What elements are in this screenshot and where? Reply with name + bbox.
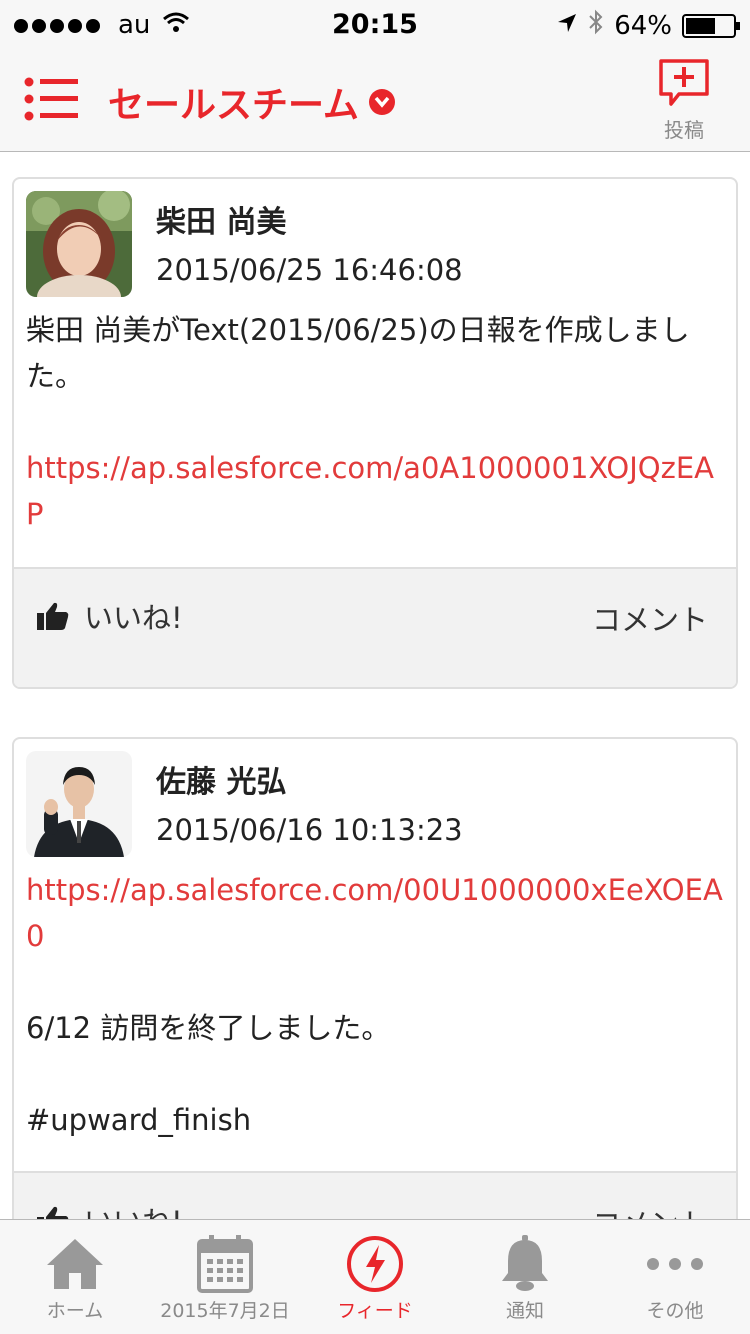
tab-label: ホーム	[46, 1300, 104, 1322]
post-hashtag[interactable]: #upward_finish	[26, 1097, 724, 1143]
avatar[interactable]	[26, 751, 132, 857]
home-icon	[0, 1220, 150, 1294]
tab-bar: ホーム 2015年7月2日 フィード 通知 その他	[0, 1219, 750, 1334]
feed-icon	[300, 1220, 450, 1294]
post-label: 投稿	[664, 118, 704, 142]
status-right: 64%	[556, 9, 740, 42]
comment-button[interactable]: コメント	[592, 597, 708, 639]
tab-calendar[interactable]: 2015年7月2日	[150, 1220, 300, 1334]
tab-home[interactable]: ホーム	[0, 1220, 150, 1334]
post-timestamp: 2015/06/16 10:13:23	[156, 813, 463, 847]
post-actions: いいね! コメント	[14, 1171, 736, 1219]
nav-bar: セールスチーム 投稿	[0, 50, 750, 152]
like-label: いいね!	[84, 601, 183, 635]
post-header: 佐藤 光弘 2015/06/16 10:13:23	[14, 739, 736, 857]
tab-notifications[interactable]: 通知	[450, 1220, 600, 1334]
battery-fill	[686, 17, 715, 34]
bluetooth-icon	[588, 9, 604, 42]
post-actions: いいね! コメント	[14, 567, 736, 687]
post-text: 6/12 訪問を終了しました。	[26, 1011, 391, 1045]
avatar[interactable]	[26, 191, 132, 297]
tab-label: フィード	[337, 1300, 413, 1322]
post-link[interactable]: https://ap.salesforce.com/a0A1000001XOJQ…	[26, 445, 724, 537]
page-title: セールスチーム	[108, 85, 359, 126]
more-icon	[600, 1220, 750, 1294]
status-bar: au 20:15 64%	[0, 0, 750, 50]
menu-icon[interactable]	[24, 77, 78, 121]
tab-more[interactable]: その他	[600, 1220, 750, 1334]
tab-label: 通知	[505, 1300, 544, 1322]
like-button[interactable]: いいね!	[36, 595, 183, 637]
post-body: 柴田 尚美がText(2015/06/25)の日報を作成しました。 https:…	[14, 297, 736, 551]
tab-label: その他	[646, 1300, 704, 1322]
group-selector[interactable]: セールスチーム	[108, 76, 395, 128]
bell-icon	[450, 1220, 600, 1294]
feed-post: 柴田 尚美 2015/06/25 16:46:08 柴田 尚美がText(201…	[12, 177, 738, 689]
like-button[interactable]: いいね!	[36, 1199, 183, 1219]
thumbs-up-icon	[37, 602, 69, 630]
like-label: いいね!	[84, 1199, 183, 1219]
post-button[interactable]: 投稿	[656, 58, 712, 143]
location-icon	[556, 11, 578, 41]
compose-icon	[659, 59, 709, 106]
post-link[interactable]: https://ap.salesforce.com/00U1000000xEeX…	[26, 867, 724, 959]
post-header: 柴田 尚美 2015/06/25 16:46:08	[14, 179, 736, 297]
battery-percent: 64%	[614, 10, 672, 41]
feed-post: 佐藤 光弘 2015/06/16 10:13:23 https://ap.sal…	[12, 737, 738, 1219]
tab-label: 2015年7月2日	[160, 1300, 290, 1322]
thumbs-up-icon	[37, 1206, 69, 1219]
calendar-icon	[150, 1220, 300, 1294]
post-timestamp: 2015/06/25 16:46:08	[156, 253, 463, 287]
post-body: https://ap.salesforce.com/00U1000000xEeX…	[14, 857, 736, 1157]
comment-button[interactable]: コメント	[592, 1201, 708, 1219]
author-name[interactable]: 佐藤 光弘	[156, 757, 286, 801]
post-text: 柴田 尚美がText(2015/06/25)の日報を作成しました。	[26, 313, 690, 393]
chevron-down-icon	[368, 89, 395, 115]
battery-icon	[682, 13, 740, 38]
tab-feed[interactable]: フィード	[300, 1220, 450, 1334]
feed-list[interactable]: 柴田 尚美 2015/06/25 16:46:08 柴田 尚美がText(201…	[0, 153, 750, 1219]
author-name[interactable]: 柴田 尚美	[156, 197, 286, 241]
